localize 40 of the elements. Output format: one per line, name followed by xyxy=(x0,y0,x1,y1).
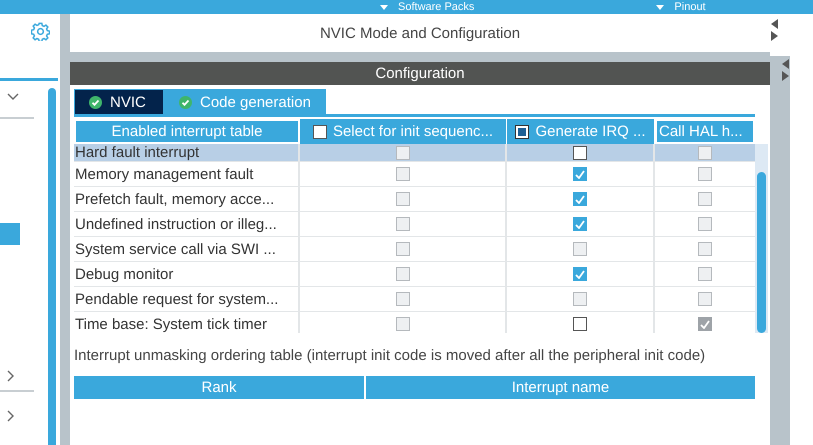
checkbox[interactable] xyxy=(515,124,530,138)
scrollbar[interactable] xyxy=(48,88,56,445)
checkbox[interactable] xyxy=(573,267,587,281)
interrupt-name: Debug monitor xyxy=(75,266,174,282)
chevron-right-icon[interactable] xyxy=(7,370,15,382)
scrollbar-track[interactable] xyxy=(755,144,768,333)
collapse-arrow-icon[interactable] xyxy=(770,18,779,42)
checkbox[interactable] xyxy=(312,124,327,138)
table-row[interactable]: Undefined instruction or illeg... xyxy=(74,212,755,237)
description-text: Interrupt unmasking ordering table (interrupt init code is moved after all the peripheral init code) xyxy=(74,347,706,364)
section-title: Configuration xyxy=(70,62,770,85)
table-row[interactable]: Memory management fault xyxy=(74,162,755,187)
caret-icon xyxy=(380,4,388,10)
interrupt-name: Pendable request for system... xyxy=(75,290,278,308)
collapse-arrow-icon[interactable] xyxy=(781,58,790,82)
splitter[interactable] xyxy=(60,14,70,445)
checkbox[interactable] xyxy=(573,146,587,160)
checkbox[interactable] xyxy=(573,167,587,181)
check-circle-icon xyxy=(89,96,102,108)
table-row[interactable]: Debug monitor xyxy=(74,262,755,287)
interrupt-name: System service call via SWI ... xyxy=(75,240,276,258)
interrupt-name: Undefined instruction or illeg... xyxy=(75,216,277,232)
settings-icon[interactable] xyxy=(31,22,50,41)
caret-icon xyxy=(656,4,664,10)
interrupt-name: Hard fault interrupt xyxy=(75,144,200,161)
checkbox[interactable] xyxy=(573,317,587,331)
interrupt-name: Time base: System tick timer xyxy=(75,316,267,332)
panel-title: NVIC Mode and Configuration xyxy=(70,14,770,52)
table-row[interactable]: Time base: System tick timer xyxy=(74,312,755,333)
tab[interactable]: NVIC xyxy=(74,89,164,114)
checkbox[interactable] xyxy=(573,217,587,231)
check-circle-icon xyxy=(179,96,192,108)
interrupt-name: Memory management fault xyxy=(75,166,254,182)
chevron-right-icon[interactable] xyxy=(7,410,15,422)
table-row[interactable]: Hard fault interrupt xyxy=(74,144,755,162)
table-row[interactable]: Prefetch fault, memory acce... xyxy=(74,187,755,212)
checkbox[interactable] xyxy=(573,192,587,206)
selected-marker xyxy=(0,223,20,245)
interrupt-name: Prefetch fault, memory acce... xyxy=(75,190,274,208)
chevron-down-icon[interactable] xyxy=(7,93,19,101)
